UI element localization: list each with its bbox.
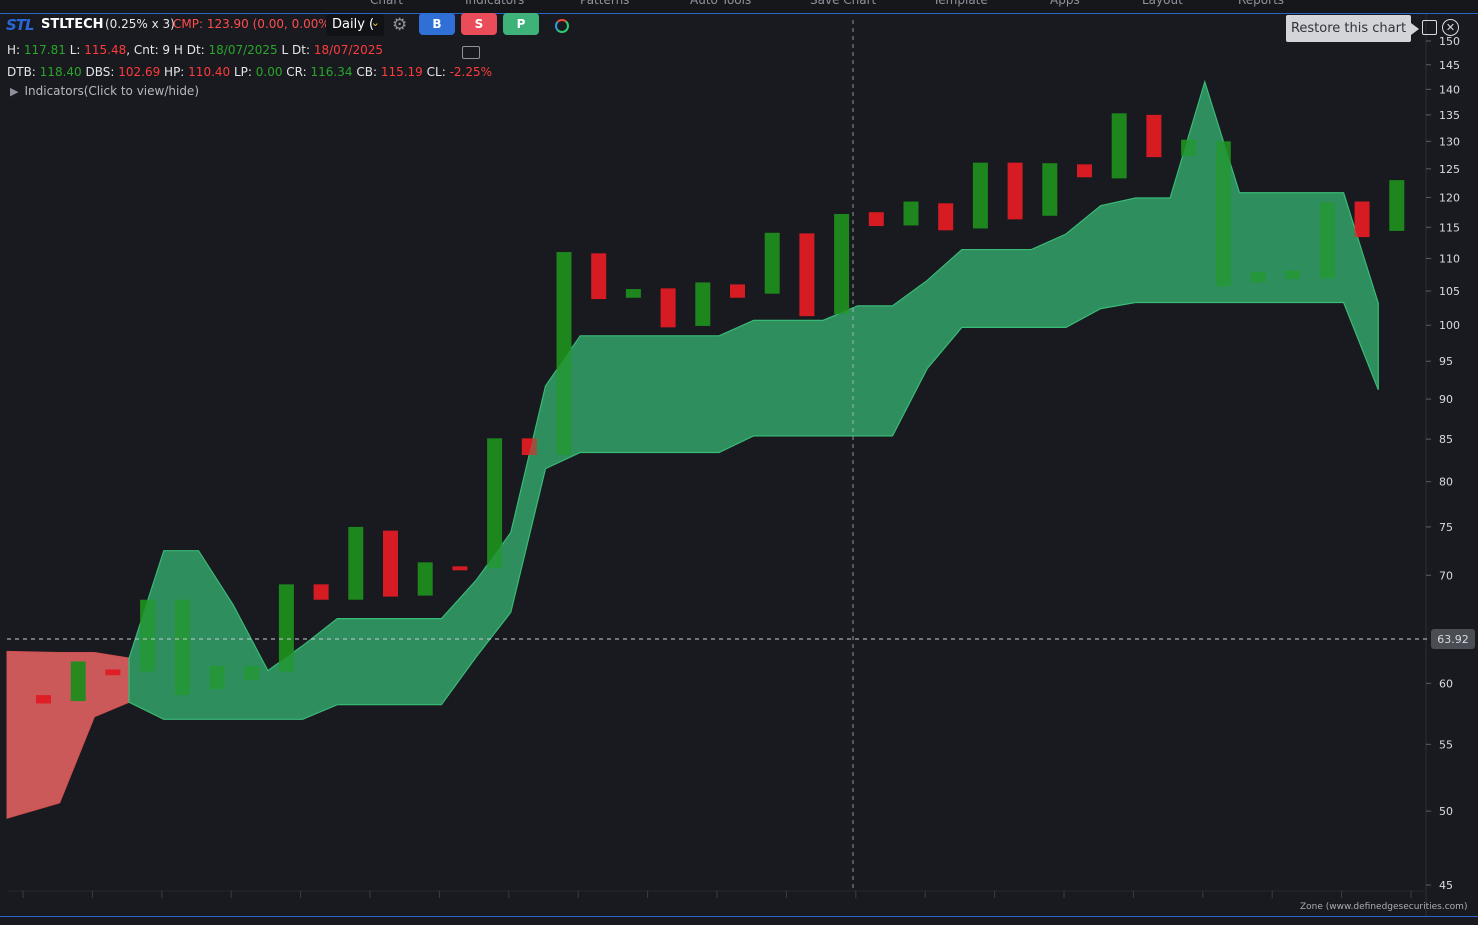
sell-button[interactable]: S bbox=[461, 13, 497, 35]
restore-window-icon[interactable] bbox=[1422, 20, 1437, 35]
expand-triangle-icon: ▶ bbox=[10, 85, 19, 98]
y-tick-label: 145 bbox=[1439, 59, 1460, 72]
y-tick-label: 60 bbox=[1439, 677, 1453, 690]
candle-bar bbox=[764, 232, 780, 294]
stat-label: H: bbox=[7, 43, 24, 57]
price-chart[interactable]: 63.92 45 50 55 60 70 75 80 85 90 95 100 105 110 115 12… bbox=[0, 0, 1478, 925]
candle-bar bbox=[1042, 163, 1058, 216]
candle-bar bbox=[1389, 180, 1405, 231]
y-tick-label: 50 bbox=[1439, 805, 1453, 818]
stat-label: LP: bbox=[230, 65, 256, 79]
company-logo: STL bbox=[6, 16, 35, 34]
candle-bar bbox=[1354, 201, 1370, 238]
candle-bar bbox=[695, 282, 711, 326]
candle-bar bbox=[660, 288, 676, 328]
y-tick-label: 70 bbox=[1439, 569, 1453, 582]
candle-bar bbox=[730, 284, 745, 298]
candle-bar bbox=[313, 584, 329, 600]
gear-icon[interactable]: ⚙ bbox=[392, 15, 407, 35]
candle-bar bbox=[105, 669, 121, 676]
cloud-bearish-zone bbox=[6, 650, 130, 819]
stat-value: 18/07/2025 bbox=[313, 43, 383, 57]
chevron-down-icon: ⌄ bbox=[370, 16, 380, 29]
stat-value: 116.34 bbox=[310, 65, 353, 79]
stat-value: 102.69 bbox=[118, 65, 161, 79]
candle-bar bbox=[70, 661, 86, 702]
candle-bar bbox=[348, 526, 364, 600]
candle-bar bbox=[1111, 113, 1127, 179]
y-tick-label: 140 bbox=[1439, 83, 1460, 96]
stat-value: -2.25% bbox=[449, 65, 493, 79]
candle-bar bbox=[591, 253, 607, 300]
y-tick-label: 80 bbox=[1439, 476, 1453, 489]
comment-icon[interactable] bbox=[462, 46, 480, 59]
candle-bar bbox=[938, 203, 954, 231]
cloud-overlay bbox=[129, 81, 1379, 720]
timeframe-dropdown[interactable]: Daily ( ⌄ bbox=[326, 14, 384, 36]
y-tick-label: 130 bbox=[1439, 135, 1460, 148]
chart-toolbar: STL STLTECH (0.25% x 3) CMP: 123.90 (0.0… bbox=[0, 13, 600, 37]
candle-bar bbox=[452, 566, 468, 571]
candle-bar bbox=[972, 162, 988, 229]
candle-bar bbox=[1077, 164, 1092, 178]
buy-button[interactable]: B bbox=[419, 13, 455, 35]
stat-value: 110.40 bbox=[188, 65, 231, 79]
y-tick-label: 115 bbox=[1439, 221, 1460, 234]
timeframe-value: Daily ( bbox=[332, 17, 375, 32]
y-tick-label: 135 bbox=[1439, 109, 1460, 122]
stat-value: 118.40 bbox=[39, 65, 82, 79]
stat-label: CR: bbox=[282, 65, 311, 79]
close-icon[interactable]: ✕ bbox=[1442, 19, 1459, 36]
y-tick-label: 110 bbox=[1439, 252, 1460, 265]
crosshair-price-label: 63.92 bbox=[1437, 633, 1469, 646]
candle-bar bbox=[1007, 162, 1023, 220]
candle-bar bbox=[1146, 114, 1162, 158]
y-tick-label: 85 bbox=[1439, 433, 1453, 446]
candle-bar bbox=[868, 212, 884, 227]
candle-bar bbox=[417, 562, 433, 596]
stat-value: 115.48 bbox=[84, 43, 127, 57]
candle-bar bbox=[834, 213, 850, 315]
credit-text: Zone (www.definedgesecurities.com) bbox=[1300, 902, 1468, 912]
stats-row-levels: DTB: 118.40 DBS: 102.69 HP: 110.40 LP: 0… bbox=[7, 65, 492, 79]
symbol-name[interactable]: STLTECH bbox=[41, 17, 104, 32]
current-market-price: CMP: 123.90 (0.00, 0.00%) bbox=[173, 17, 335, 31]
y-tick-label: 125 bbox=[1439, 163, 1460, 176]
y-tick-label: 105 bbox=[1439, 285, 1460, 298]
stat-value: 115.19 bbox=[380, 65, 423, 79]
indicators-toggle[interactable]: ▶ Indicators(Click to view/hide) bbox=[10, 84, 199, 98]
candle-bar bbox=[625, 289, 641, 298]
indicators-label: Indicators(Click to view/hide) bbox=[24, 84, 199, 98]
y-tick-label: 95 bbox=[1439, 355, 1453, 368]
stat-value: 0.00 bbox=[255, 65, 283, 79]
y-tick-label: 75 bbox=[1439, 521, 1453, 534]
y-tick-label: 90 bbox=[1439, 393, 1453, 406]
y-tick-label: 150 bbox=[1439, 35, 1460, 48]
y-tick-label: 55 bbox=[1439, 738, 1453, 751]
stat-label: CL: bbox=[422, 65, 450, 79]
candle-bar bbox=[799, 233, 815, 317]
candle-bar bbox=[903, 201, 919, 226]
position-button[interactable]: P bbox=[503, 13, 539, 35]
stat-value: 18/07/2025 bbox=[208, 43, 278, 57]
y-tick-label: 45 bbox=[1439, 879, 1453, 892]
stat-value: 117.81 bbox=[23, 43, 66, 57]
stat-label: L: bbox=[65, 43, 85, 57]
stat-label: L Dt: bbox=[277, 43, 314, 57]
y-tick-label: 100 bbox=[1439, 319, 1460, 332]
candle-bar bbox=[383, 530, 398, 597]
candle-bar bbox=[36, 695, 51, 704]
restore-chart-tooltip: Restore this chart bbox=[1286, 15, 1419, 42]
box-size-info: (0.25% x 3) bbox=[105, 17, 175, 31]
stat-label: , Cnt: 9 H Dt: bbox=[126, 43, 209, 57]
stat-label: CB: bbox=[352, 65, 381, 79]
refresh-ring-icon[interactable] bbox=[555, 19, 569, 33]
stats-row-high-low: H: 117.81 L: 115.48, Cnt: 9 H Dt: 18/07/… bbox=[7, 43, 383, 57]
stat-label: DTB: bbox=[7, 65, 40, 79]
y-tick-label: 120 bbox=[1439, 191, 1460, 204]
stat-label: HP: bbox=[160, 65, 189, 79]
stat-label: DBS: bbox=[81, 65, 119, 79]
